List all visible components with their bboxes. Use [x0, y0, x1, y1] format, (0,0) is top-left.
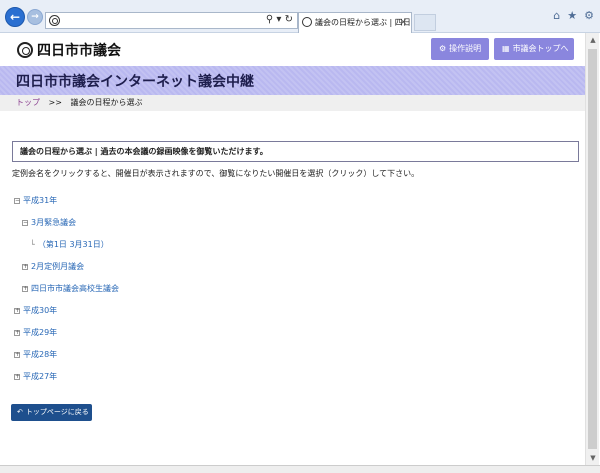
tree-item-year[interactable]: + 平成29年 [14, 327, 57, 338]
tree-item-day[interactable]: └ （第1日 3月31日） [30, 239, 109, 250]
forward-button[interactable]: → [27, 9, 43, 25]
breadcrumb-separator: >> [48, 98, 62, 107]
forward-arrow-icon: → [31, 12, 39, 22]
breadcrumb-home-link[interactable]: トップ [16, 98, 40, 107]
scroll-down-icon[interactable]: ▼ [586, 451, 600, 465]
address-bar[interactable]: ⚲ ▾ ↻ [45, 12, 298, 29]
refresh-icon[interactable]: ↻ [285, 14, 293, 25]
expand-icon[interactable]: + [14, 351, 20, 358]
breadcrumb: トップ >> 議会の日程から選ぶ [0, 95, 585, 111]
browser-chrome: ← → ⚲ ▾ ↻ 議会の日程から選ぶ | 四日... ✕ ⌂ ★ ⚙ [0, 0, 600, 33]
guide-button[interactable]: ⚙ 操作説明 [431, 38, 489, 60]
tab-favicon-icon [302, 17, 312, 27]
expand-icon[interactable]: + [14, 329, 20, 336]
vertical-scrollbar[interactable]: ▲ ▼ [585, 33, 599, 465]
back-arrow-icon: ← [9, 10, 21, 24]
site-favicon-icon [49, 15, 60, 26]
tree-item-year[interactable]: + 平成30年 [14, 305, 57, 316]
tree-item-year[interactable]: + 平成28年 [14, 349, 57, 360]
browser-tab[interactable]: 議会の日程から選ぶ | 四日... ✕ [298, 12, 412, 33]
tree-item-session[interactable]: − 3月緊急議会 [22, 217, 76, 228]
expand-icon[interactable]: + [22, 285, 28, 292]
search-icon[interactable]: ⚲ [266, 14, 273, 25]
collapse-icon[interactable]: − [14, 197, 20, 204]
tree-item-year[interactable]: + 平成27年 [14, 371, 57, 382]
return-arrow-icon: ↶ [17, 408, 23, 416]
expand-icon[interactable]: + [14, 307, 20, 314]
expand-icon[interactable]: + [14, 373, 20, 380]
back-button[interactable]: ← [5, 7, 25, 27]
instruction-text: 定例会名をクリックすると、開催日が表示されますので、御覧になりたい開催日を選択（… [12, 169, 420, 178]
building-icon: ▦ [502, 44, 510, 53]
favorites-star-icon[interactable]: ★ [567, 9, 577, 22]
return-top-button[interactable]: ↶ トップページに戻る [11, 404, 92, 421]
home-icon[interactable]: ⌂ [553, 9, 560, 22]
tab-title: 議会の日程から選ぶ | 四日... [315, 18, 412, 27]
tree-item-session[interactable]: + 2月定例月議会 [22, 261, 84, 272]
scroll-thumb[interactable] [588, 49, 597, 449]
tree-item-session[interactable]: + 四日市市議会高校生議会 [22, 283, 119, 294]
city-emblem-icon [17, 42, 33, 58]
tab-close-icon[interactable]: ✕ [399, 13, 407, 33]
council-top-button[interactable]: ▦ 市議会トップへ [494, 38, 574, 60]
site-header: 四日市市議会 ⚙ 操作説明 ▦ 市議会トップへ [0, 33, 585, 66]
page-title: 四日市市議会インターネット議会中継 [16, 74, 254, 90]
status-bar [0, 465, 600, 473]
scroll-up-icon[interactable]: ▲ [586, 33, 600, 47]
title-banner: 四日市市議会インターネット議会中継 [0, 66, 585, 95]
dropdown-icon[interactable]: ▾ [276, 14, 281, 25]
logo-text: 四日市市議会 [37, 43, 121, 59]
site-logo[interactable]: 四日市市議会 [17, 40, 121, 60]
page-viewport: 四日市市議会 ⚙ 操作説明 ▦ 市議会トップへ 四日市市議会インターネット議会中継 … [0, 33, 585, 465]
new-tab-button[interactable] [414, 14, 436, 31]
gear-icon[interactable]: ⚙ [584, 9, 594, 22]
collapse-icon[interactable]: − [22, 219, 28, 226]
tree-branch-icon: └ [30, 240, 35, 249]
breadcrumb-current: 議会の日程から選ぶ [70, 98, 143, 107]
gear-icon: ⚙ [439, 44, 447, 53]
tree-item-year[interactable]: − 平成31年 [14, 195, 57, 206]
expand-icon[interactable]: + [22, 263, 28, 270]
notice-box: 議会の日程から選ぶ | 過去の本会議の録画映像を御覧いただけます。 [12, 141, 579, 162]
